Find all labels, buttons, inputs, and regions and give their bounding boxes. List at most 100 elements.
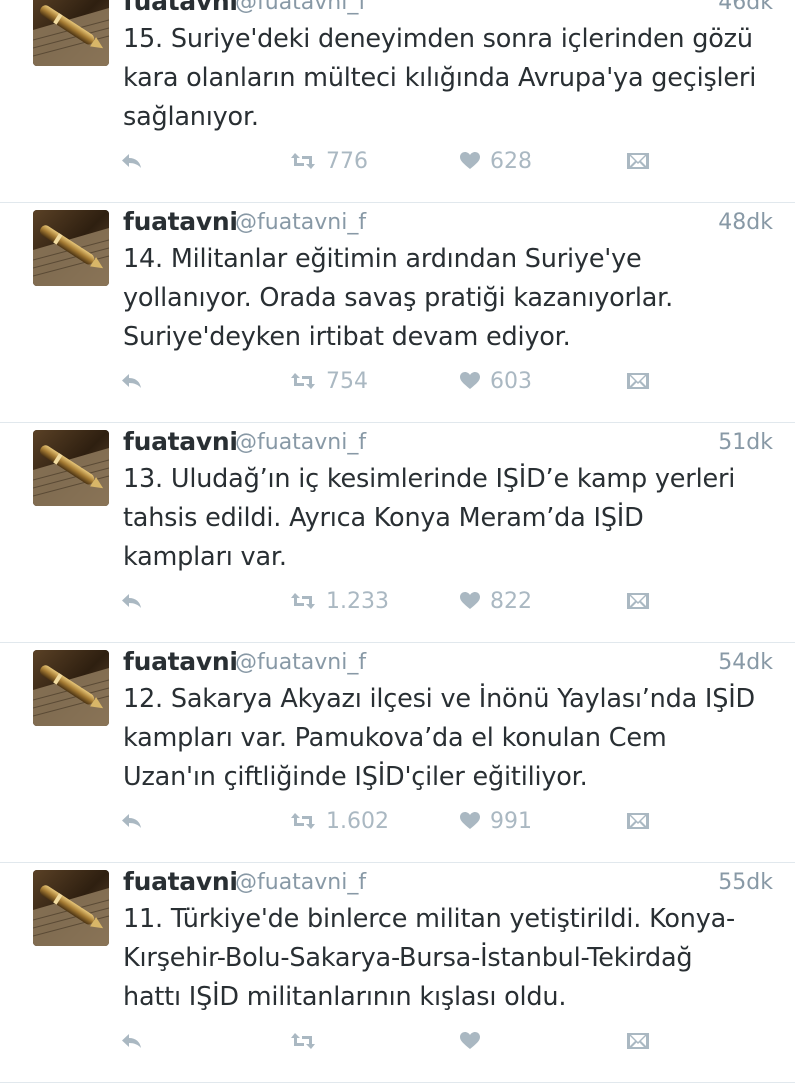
reply-icon: [122, 594, 141, 608]
tweet-text-line: tahsis edildi. Ayrıca Konya Meram’da IŞİ…: [123, 503, 644, 533]
tweet-time[interactable]: 48dk: [718, 210, 773, 235]
tweet-text-line: 12. Sakarya Akyazı ilçesi ve İnönü Yayla…: [123, 684, 755, 714]
reply-icon: [122, 814, 141, 828]
tweet-actions: 754 603: [0, 363, 795, 399]
tweet-actions: 1.233 822: [0, 583, 795, 619]
pen-on-paper-avatar: [33, 650, 109, 726]
tweet-time[interactable]: 55dk: [718, 870, 773, 895]
tweet-text: 14. Militanlar eğitimin ardından Suriye'…: [123, 240, 783, 357]
direct-message-icon: [627, 1033, 649, 1049]
tweet-text-line: yollanıyor. Orada savaş pratiği kazanıyo…: [123, 283, 673, 313]
reply-icon: [122, 154, 141, 168]
pen-on-paper-avatar: [33, 870, 109, 946]
tweet[interactable]: fuatavni @fuatavni_f 46dk 15. Suriye'dek…: [0, 0, 795, 203]
direct-message-button[interactable]: [627, 1023, 649, 1059]
tweet[interactable]: fuatavni @fuatavni_f 55dk 11. Türkiye'de…: [0, 863, 795, 1083]
like-button[interactable]: 822: [460, 583, 532, 619]
tweet-header: fuatavni @fuatavni_f 55dk: [123, 863, 773, 903]
like-button[interactable]: 628: [460, 143, 532, 179]
user-name[interactable]: fuatavni: [123, 207, 238, 236]
heart-icon: [460, 1032, 480, 1049]
tweet[interactable]: fuatavni @fuatavni_f 51dk 13. Uludağ’ın …: [0, 423, 795, 643]
like-button[interactable]: 603: [460, 363, 532, 399]
pen-on-paper-avatar: [33, 430, 109, 506]
tweet-text-line: 13. Uludağ’ın iç kesimlerinde IŞİD’e kam…: [123, 464, 736, 494]
retweet-button[interactable]: 754: [290, 363, 368, 399]
retweet-icon: [291, 813, 315, 829]
tweet-text-line: 15. Suriye'deki deneyimden sonra içlerin…: [123, 24, 753, 54]
direct-message-button[interactable]: [627, 583, 649, 619]
direct-message-button[interactable]: [627, 143, 649, 179]
tweet-text-line: kampları var. Pamukova’da el konulan Cem: [123, 723, 667, 753]
avatar[interactable]: [33, 430, 109, 506]
heart-icon: [460, 152, 480, 169]
direct-message-button[interactable]: [627, 803, 649, 839]
tweet-time[interactable]: 51dk: [718, 430, 773, 455]
avatar[interactable]: [33, 650, 109, 726]
tweet-text: 11. Türkiye'de binlerce militan yetiştir…: [123, 900, 783, 1017]
avatar[interactable]: [33, 870, 109, 946]
retweet-icon: [291, 593, 315, 609]
tweet[interactable]: fuatavni @fuatavni_f 48dk 14. Militanlar…: [0, 203, 795, 423]
tweet-text: 13. Uludağ’ın iç kesimlerinde IŞİD’e kam…: [123, 460, 783, 577]
tweet[interactable]: fuatavni @fuatavni_f 54dk 12. Sakarya Ak…: [0, 643, 795, 863]
retweet-icon: [291, 373, 315, 389]
pen-on-paper-avatar: [33, 210, 109, 286]
retweet-button[interactable]: 776: [290, 143, 368, 179]
retweet-count: 1.233: [326, 588, 389, 614]
retweet-icon: [291, 153, 315, 169]
tweet-actions: 776 628: [0, 143, 795, 179]
user-handle[interactable]: @fuatavni_f: [235, 650, 366, 675]
direct-message-icon: [627, 373, 649, 389]
user-name[interactable]: fuatavni: [123, 867, 238, 896]
reply-button[interactable]: [121, 363, 143, 399]
pen-on-paper-avatar: [33, 0, 109, 66]
user-handle[interactable]: @fuatavni_f: [235, 210, 366, 235]
reply-icon: [122, 374, 141, 388]
tweet-text-line: 14. Militanlar eğitimin ardından Suriye'…: [123, 244, 642, 274]
direct-message-icon: [627, 153, 649, 169]
reply-button[interactable]: [121, 1023, 143, 1059]
tweet-actions: 1.602 991: [0, 803, 795, 839]
tweet-text-line: hattı IŞİD militanlarının kışlası oldu.: [123, 982, 567, 1012]
tweet-time[interactable]: 46dk: [718, 0, 773, 15]
like-button[interactable]: 991: [460, 803, 532, 839]
direct-message-icon: [627, 813, 649, 829]
like-count: 991: [490, 808, 532, 834]
direct-message-icon: [627, 593, 649, 609]
retweet-button[interactable]: 1.602: [290, 803, 389, 839]
tweet-time[interactable]: 54dk: [718, 650, 773, 675]
user-name[interactable]: fuatavni: [123, 647, 238, 676]
reply-icon: [122, 1034, 141, 1048]
avatar[interactable]: [33, 0, 109, 66]
like-count: 628: [490, 148, 532, 174]
tweet-text-line: kampları var.: [123, 542, 287, 572]
reply-button[interactable]: [121, 143, 143, 179]
avatar[interactable]: [33, 210, 109, 286]
tweet-text-line: kara olanların mülteci kılığında Avrupa'…: [123, 63, 757, 93]
tweet-text-line: 11. Türkiye'de binlerce militan yetiştir…: [123, 904, 736, 934]
tweet-text-line: sağlanıyor.: [123, 102, 259, 132]
retweet-count: 776: [326, 148, 368, 174]
retweet-button[interactable]: [290, 1023, 326, 1059]
user-handle[interactable]: @fuatavni_f: [235, 870, 366, 895]
retweet-count: 1.602: [326, 808, 389, 834]
user-name[interactable]: fuatavni: [123, 427, 238, 456]
user-name[interactable]: fuatavni: [123, 0, 238, 16]
tweet-header: fuatavni @fuatavni_f 54dk: [123, 643, 773, 683]
tweet-text-line: Uzan'ın çiftliğinde IŞİD'çiler eğitiliyo…: [123, 762, 588, 792]
direct-message-button[interactable]: [627, 363, 649, 399]
user-handle[interactable]: @fuatavni_f: [235, 430, 366, 455]
like-count: 822: [490, 588, 532, 614]
retweet-icon: [291, 1033, 315, 1049]
tweet-actions: [0, 1023, 795, 1059]
tweet-text-line: Kırşehir-Bolu-Sakarya-Bursa-İstanbul-Tek…: [123, 943, 693, 973]
retweet-button[interactable]: 1.233: [290, 583, 389, 619]
heart-icon: [460, 372, 480, 389]
like-button[interactable]: [460, 1023, 490, 1059]
like-count: 603: [490, 368, 532, 394]
reply-button[interactable]: [121, 803, 143, 839]
heart-icon: [460, 812, 480, 829]
user-handle[interactable]: @fuatavni_f: [235, 0, 366, 15]
reply-button[interactable]: [121, 583, 143, 619]
